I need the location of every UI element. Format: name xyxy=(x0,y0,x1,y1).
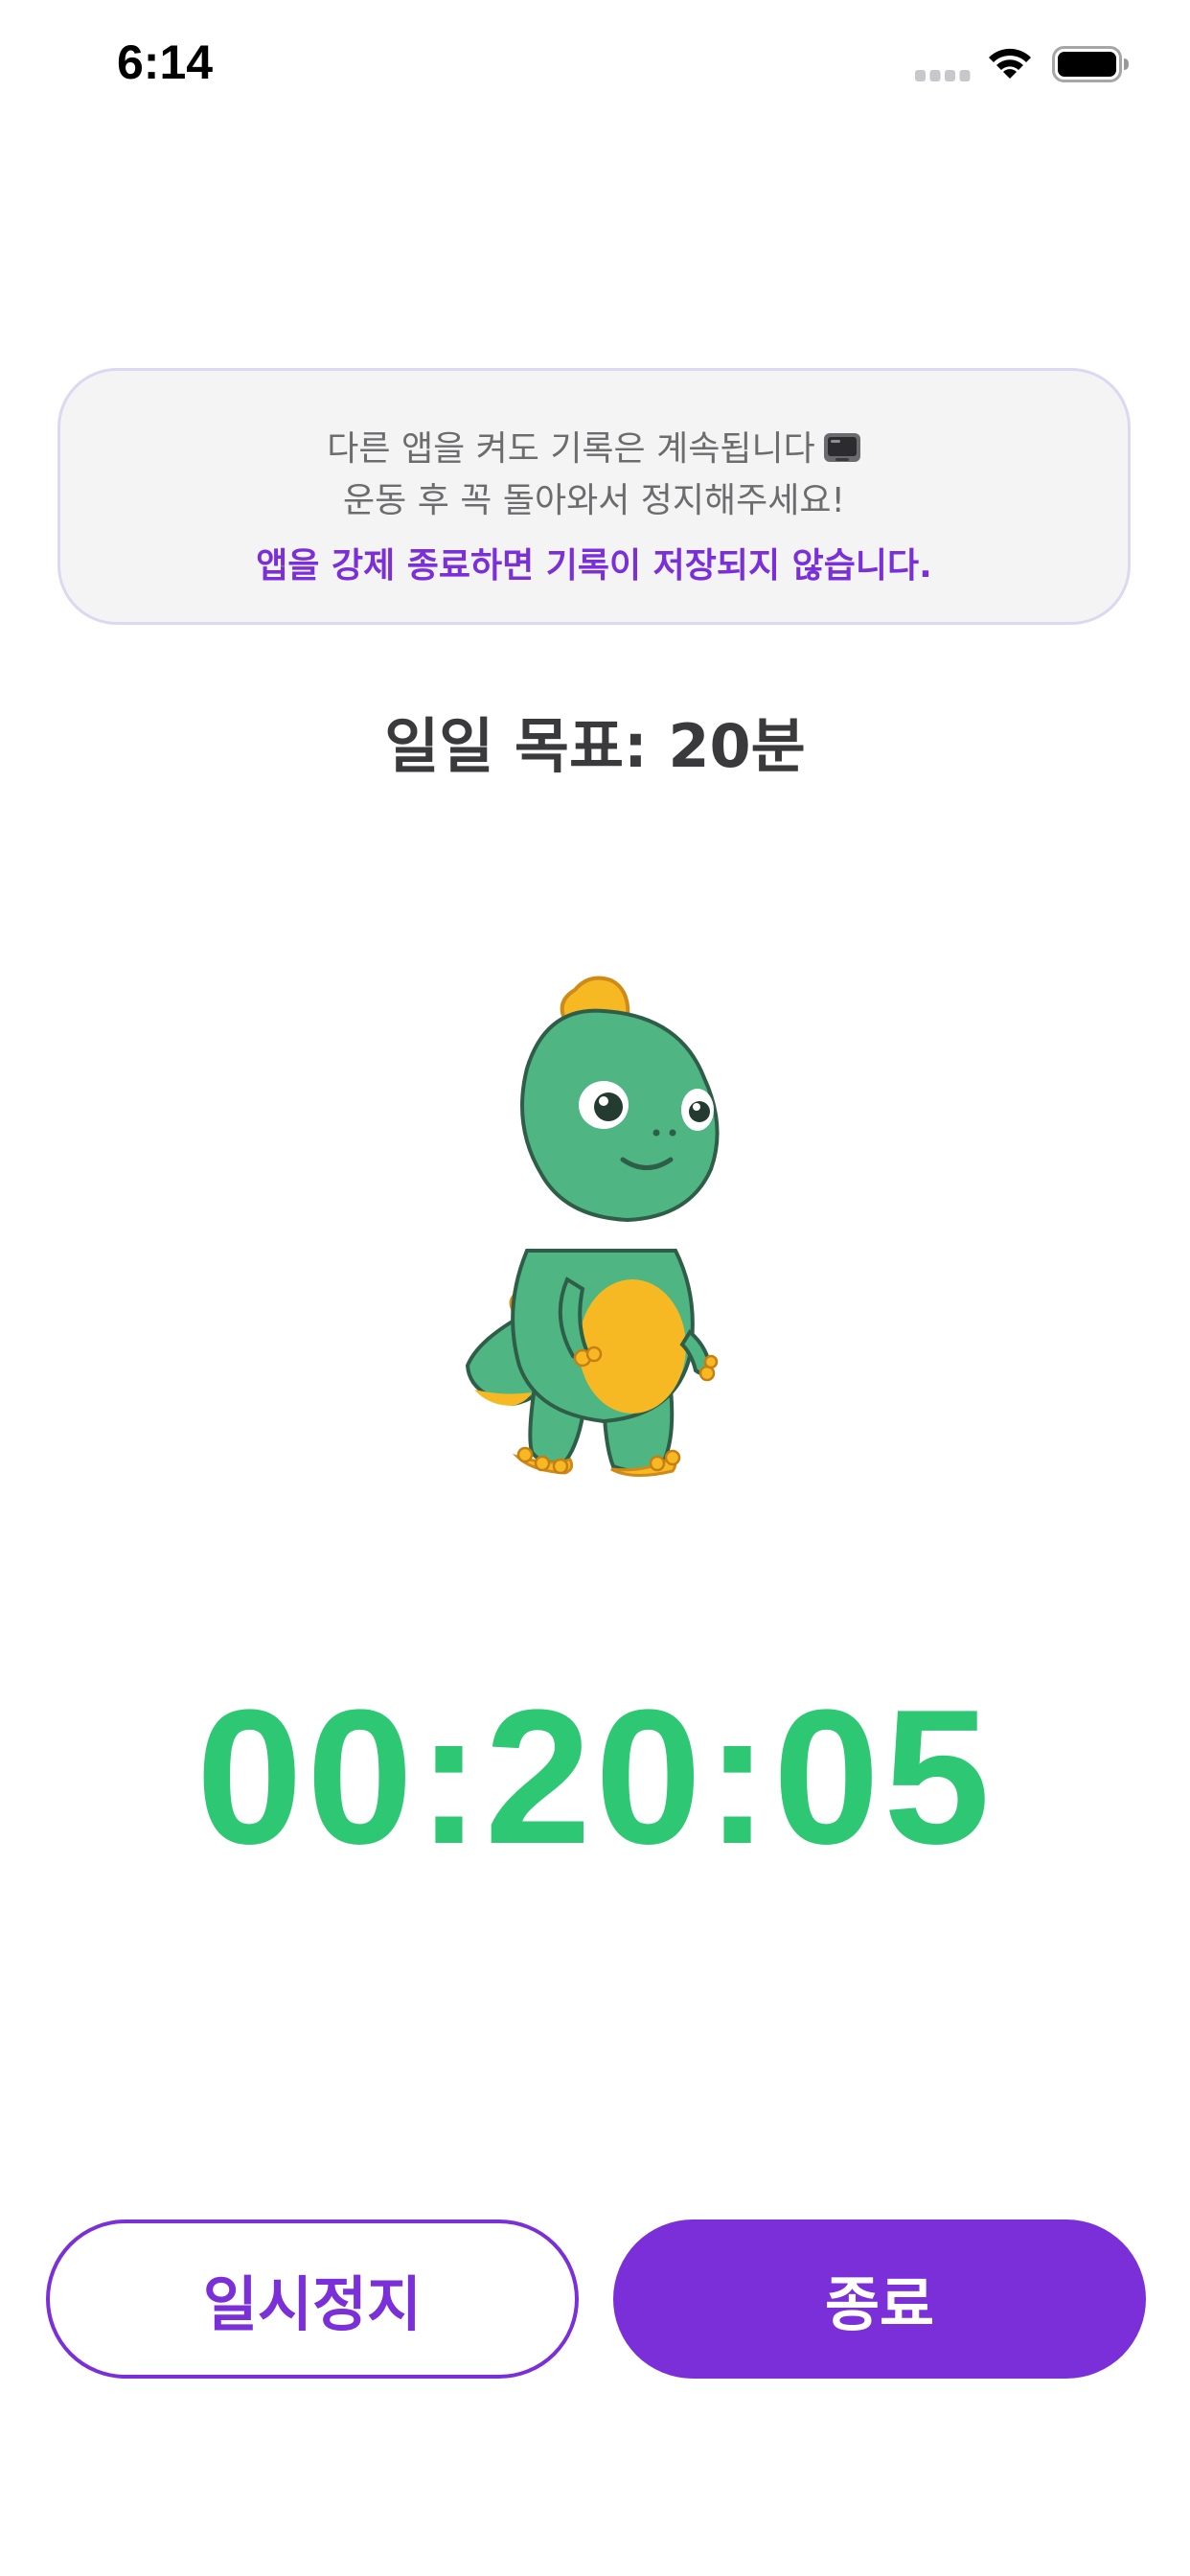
television-icon xyxy=(823,433,860,462)
pause-button[interactable]: 일시정지 xyxy=(46,2220,579,2379)
status-bar: 6:14 xyxy=(0,0,1190,134)
daily-goal-title: 일일 목표: 20분 xyxy=(384,711,806,781)
elapsed-timer: 00:20:05 xyxy=(195,1670,995,1884)
notice-warning-text: 앱을 강제 종료하면 기록이 저장되지 않습니다. xyxy=(256,546,932,586)
notice-line-2: 운동 후 꼭 돌아와서 정지해주세요! xyxy=(343,481,845,520)
signal-icon xyxy=(915,70,971,81)
dinosaur-mascot xyxy=(465,976,720,1478)
pause-button-label: 일시정지 xyxy=(202,2269,423,2339)
exercise-timer-screen: 6:14 다른 앱을 켜도 기록은 계속됩니다 운동 후 꼭 돌아와서 정지해주… xyxy=(0,0,1190,2576)
status-time: 6:14 xyxy=(117,35,214,89)
notice-card: 다른 앱을 켜도 기록은 계속됩니다 운동 후 꼭 돌아와서 정지해주세요! 앱… xyxy=(57,368,1131,625)
end-button[interactable]: 종료 xyxy=(613,2220,1146,2379)
notice-line-1: 다른 앱을 켜도 기록은 계속됩니다 xyxy=(60,421,1128,471)
wifi-icon xyxy=(989,48,1031,79)
notice-background-text: 다른 앱을 켜도 기록은 계속됩니다 xyxy=(327,429,815,469)
battery-icon xyxy=(1052,46,1129,82)
end-button-label: 종료 xyxy=(824,2269,935,2339)
